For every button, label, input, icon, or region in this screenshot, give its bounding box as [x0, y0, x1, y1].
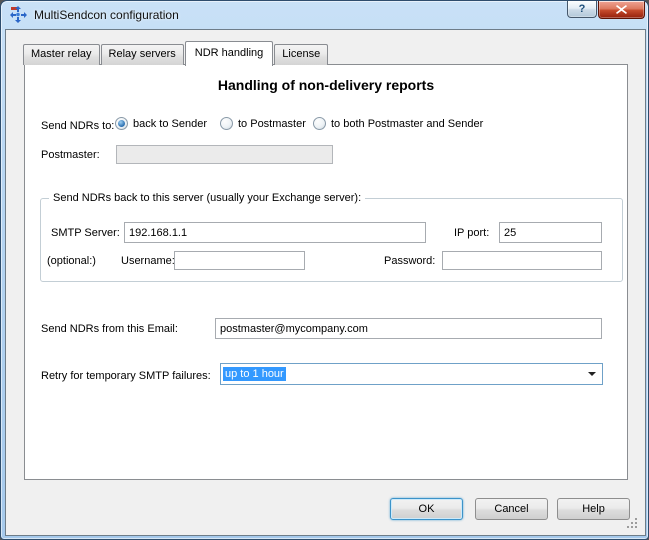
radio-button-icon — [115, 117, 128, 130]
resize-grip[interactable] — [627, 518, 639, 530]
dropdown-arrow-icon — [588, 372, 596, 376]
help-caption-button[interactable]: ? — [567, 1, 597, 18]
tab-strip: Master relay Relay servers NDR handling … — [23, 40, 329, 66]
tab-master-relay[interactable]: Master relay — [23, 44, 100, 65]
username-label: Username: — [121, 255, 175, 267]
titlebar[interactable]: MultiSendcon configuration — [1, 1, 648, 28]
server-groupbox-title: Send NDRs back to this server (usually y… — [49, 192, 366, 204]
radio-button-icon — [313, 117, 326, 130]
ok-button[interactable]: OK — [390, 498, 463, 520]
window-title: MultiSendcon configuration — [34, 7, 179, 22]
radio-label: back to Sender — [133, 117, 207, 130]
password-label: Password: — [384, 255, 436, 267]
smtp-server-field[interactable] — [124, 222, 426, 243]
radio-to-postmaster[interactable]: to Postmaster — [220, 117, 306, 130]
tab-license[interactable]: License — [274, 44, 329, 65]
optional-label: (optional:) — [47, 255, 96, 267]
help-button[interactable]: Help — [557, 498, 630, 520]
username-field[interactable] — [174, 251, 305, 270]
tab-relay-servers[interactable]: Relay servers — [100, 44, 184, 65]
close-button[interactable] — [598, 1, 645, 19]
retry-combobox[interactable]: up to 1 hour — [220, 363, 603, 385]
close-icon — [616, 5, 627, 14]
radio-label: to both Postmaster and Sender — [331, 117, 484, 130]
radio-back-to-sender[interactable]: back to Sender — [115, 117, 207, 130]
from-email-field[interactable] — [215, 318, 602, 339]
radio-to-both[interactable]: to both Postmaster and Sender — [313, 117, 483, 130]
page-title: Handling of non-delivery reports — [217, 77, 435, 93]
send-ndrs-to-label: Send NDRs to: — [41, 120, 115, 132]
dialog-client-area: Master relay Relay servers NDR handling … — [5, 29, 646, 536]
smtp-server-label: SMTP Server: — [51, 227, 120, 239]
retry-selected-value: up to 1 hour — [223, 367, 286, 381]
retry-label: Retry for temporary SMTP failures: — [41, 370, 211, 382]
help-icon: ? — [578, 3, 586, 15]
password-field[interactable] — [442, 251, 602, 270]
ip-port-label: IP port: — [454, 227, 490, 239]
from-email-label: Send NDRs from this Email: — [41, 323, 178, 335]
cancel-button[interactable]: Cancel — [475, 498, 548, 520]
ndr-handling-page: Handling of non-delivery reports Send ND… — [24, 64, 628, 480]
radio-button-icon — [220, 117, 233, 130]
ip-port-field[interactable] — [499, 222, 602, 243]
dialog-window: MultiSendcon configuration ? Master rela… — [0, 0, 649, 540]
server-groupbox: Send NDRs back to this server (usually y… — [40, 192, 623, 282]
postmaster-field — [116, 145, 333, 164]
app-icon — [10, 6, 27, 23]
radio-label: to Postmaster — [238, 117, 306, 130]
postmaster-label: Postmaster: — [41, 149, 100, 161]
tab-ndr-handling[interactable]: NDR handling — [184, 41, 274, 66]
